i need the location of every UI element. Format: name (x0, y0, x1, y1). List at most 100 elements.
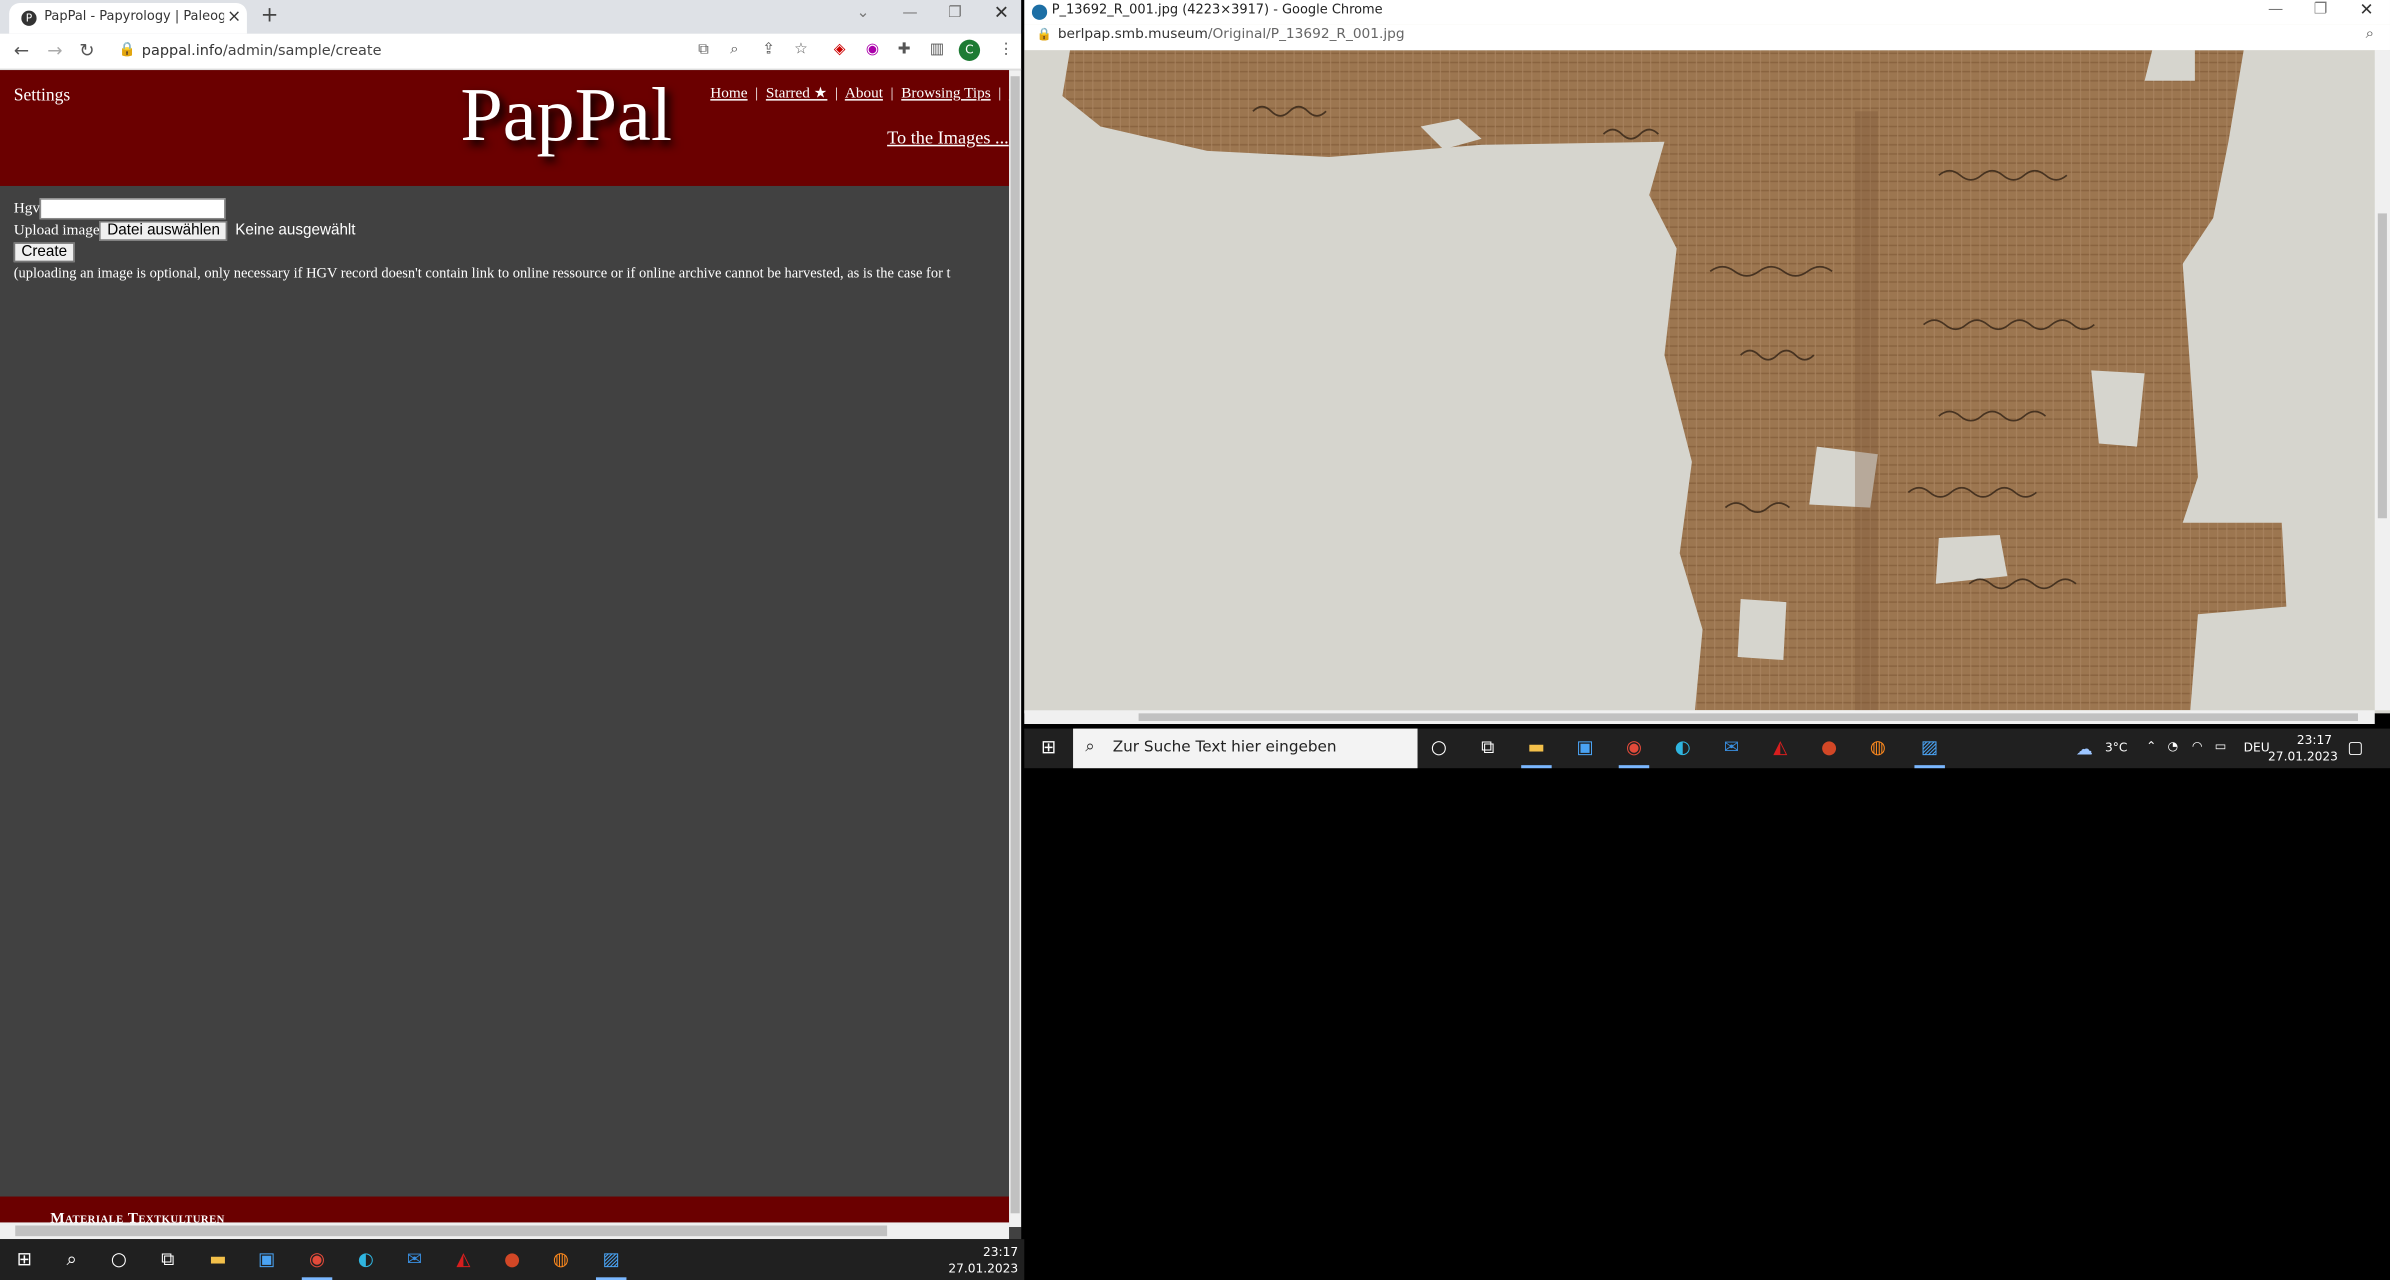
windows-start-icon[interactable]: ⊞ (1033, 736, 1063, 757)
vertical-scrollbar[interactable] (2374, 50, 2390, 711)
url-field[interactable]: pappal.info/admin/sample/create (142, 43, 382, 60)
extension-circle-icon[interactable]: ◉ (866, 41, 879, 58)
reload-icon[interactable]: ↻ (79, 40, 94, 61)
edge-icon[interactable]: ◐ (1668, 736, 1698, 757)
tray-chevron-icon[interactable]: ⌃ (2146, 739, 2156, 753)
acrobat-icon[interactable]: ◭ (1765, 736, 1795, 757)
task-view-icon[interactable]: ⧉ (1472, 736, 1502, 759)
language-indicator[interactable]: DEU (2244, 741, 2270, 755)
share-icon[interactable]: ⇪ (762, 41, 775, 58)
minimize-icon[interactable]: — (902, 5, 917, 22)
network-icon[interactable]: ◠ (2192, 739, 2203, 753)
mail-icon[interactable]: ✉ (1716, 736, 1746, 757)
forward-icon[interactable]: → (47, 40, 62, 61)
active-indicator (1914, 765, 1945, 769)
close-window-icon[interactable]: ✕ (2360, 0, 2374, 20)
upload-row: Upload image Datei auswählen Keine ausgew… (14, 221, 356, 241)
hgv-input[interactable] (39, 198, 226, 220)
photos-icon[interactable]: ▨ (596, 1248, 626, 1269)
pappal-logo[interactable]: PapPal (460, 70, 672, 158)
scrollbar-thumb[interactable] (2377, 213, 2387, 519)
task-view-icon[interactable]: ⧉ (152, 1248, 182, 1271)
menu-dots-icon[interactable]: ⋮ (998, 41, 1013, 58)
tab-search-chevron-icon[interactable]: ⌄ (857, 5, 870, 22)
nav-browsing-tips[interactable]: Browsing Tips (901, 85, 990, 102)
side-panel-icon[interactable]: ▥ (930, 41, 944, 58)
scrollbar-thumb[interactable] (1138, 713, 2358, 721)
minimize-icon[interactable]: — (2268, 2, 2283, 19)
windows-start-icon[interactable]: ⊞ (9, 1248, 39, 1269)
tab-title: PapPal - Papyrology | Paleograph (44, 9, 224, 25)
browser-tab-pappal[interactable]: P PapPal - Papyrology | Paleograph × (9, 3, 247, 34)
system-clock[interactable]: 23:17 27.01.2023 (945, 1244, 1018, 1278)
extensions-puzzle-icon[interactable]: ✚ (898, 41, 911, 58)
tray-app-icon[interactable]: ◔ (2167, 739, 2178, 753)
hgv-label: Hgv (13, 200, 40, 217)
store-icon[interactable]: ▣ (251, 1248, 281, 1269)
nav-about[interactable]: About (845, 85, 883, 102)
papyrus-fragment-image (1024, 50, 2375, 711)
window-title: P_13692_R_001.jpg (4223×3917) - Google C… (1051, 3, 1383, 19)
edge-icon[interactable]: ◐ (351, 1248, 381, 1269)
new-tab-icon[interactable]: + (261, 3, 279, 27)
taskbar-left-screen: ⊞ ⌕ ○ ⧉ ▬ ▣ ◉ ◐ ✉ ◭ ● ◍ ▨ 23:17 27.01.20… (0, 1239, 1025, 1280)
clock-time: 23:17 (983, 1245, 1019, 1260)
to-the-images-link[interactable]: To the Images ... (887, 127, 1009, 150)
powerpoint-icon[interactable]: ● (497, 1248, 527, 1269)
store-icon[interactable]: ▣ (1570, 736, 1600, 757)
mail-icon[interactable]: ✉ (399, 1248, 429, 1269)
restore-icon[interactable]: ❐ (2314, 2, 2328, 19)
battery-icon[interactable]: ▭ (2215, 739, 2227, 753)
scrollbar-thumb[interactable] (1010, 76, 1020, 1214)
weather-cloud-icon[interactable]: ☁ (2076, 739, 2093, 759)
create-row: Create (13, 242, 75, 263)
search-icon: ⌕ (1085, 736, 1095, 757)
system-clock[interactable]: 23:17 27.01.2023 (2268, 732, 2338, 766)
active-indicator (1521, 765, 1552, 769)
firefox-icon[interactable]: ◍ (1863, 736, 1893, 757)
search-icon[interactable]: ⌕ (56, 1248, 86, 1271)
notifications-icon[interactable]: ▢ (2347, 738, 2363, 758)
papyrus-image[interactable] (1024, 50, 2375, 711)
file-explorer-icon[interactable]: ▬ (1521, 736, 1551, 757)
cortana-icon[interactable]: ○ (104, 1248, 134, 1269)
bookmark-star-icon[interactable]: ☆ (794, 41, 808, 58)
create-button[interactable]: Create (13, 242, 75, 263)
choose-file-button[interactable]: Datei auswählen (99, 221, 228, 241)
file-explorer-icon[interactable]: ▬ (203, 1248, 233, 1269)
translate-icon[interactable]: ⧉ (698, 41, 709, 58)
chrome-icon[interactable]: ◉ (302, 1248, 332, 1269)
address-bar: ← → ↻ 🔒 pappal.info/admin/sample/create … (0, 33, 1022, 71)
site-favicon-icon (1031, 4, 1048, 20)
extension-shield-icon[interactable]: ◈ (834, 41, 846, 58)
no-file-selected-text: Keine ausgewählt (235, 222, 356, 239)
horizontal-scrollbar[interactable] (1024, 710, 2375, 725)
photos-icon[interactable]: ▨ (1914, 736, 1944, 757)
powerpoint-icon[interactable]: ● (1814, 736, 1844, 757)
settings-link[interactable]: Settings (14, 87, 70, 105)
chrome-icon[interactable]: ◉ (1619, 736, 1649, 757)
weather-temp[interactable]: 3°C (2105, 741, 2127, 755)
nav-starred[interactable]: Starred ★ (766, 85, 827, 102)
clock-time: 23:17 (2296, 733, 2333, 747)
back-icon[interactable]: ← (14, 40, 29, 61)
close-tab-icon[interactable]: × (227, 6, 241, 26)
search-placeholder: Zur Suche Text hier eingeben (1112, 739, 1337, 757)
nav-home[interactable]: Home (710, 85, 747, 102)
restore-icon[interactable]: ❐ (948, 5, 962, 22)
firefox-icon[interactable]: ◍ (546, 1248, 576, 1269)
scrollbar-thumb[interactable] (15, 1225, 888, 1237)
url-field[interactable]: berlpap.smb.museum/Original/P_13692_R_00… (1058, 27, 1405, 42)
pappal-favicon-icon: P (21, 10, 37, 26)
acrobat-icon[interactable]: ◭ (448, 1248, 478, 1269)
horizontal-scrollbar[interactable] (0, 1222, 1010, 1240)
zoom-icon[interactable]: ⌕ (2366, 26, 2375, 43)
left-browser-window: P PapPal - Papyrology | Paleograph × + ⌄… (0, 0, 1022, 1240)
taskbar-search-box[interactable]: ⌕ Zur Suche Text hier eingeben (1073, 728, 1418, 769)
zoom-icon[interactable]: ⌕ (730, 41, 739, 58)
active-indicator (1618, 765, 1650, 769)
vertical-scrollbar[interactable] (1009, 70, 1022, 1228)
profile-avatar[interactable]: C (958, 39, 981, 61)
cortana-icon[interactable]: ○ (1424, 736, 1454, 757)
close-window-icon[interactable]: ✕ (994, 2, 1009, 23)
